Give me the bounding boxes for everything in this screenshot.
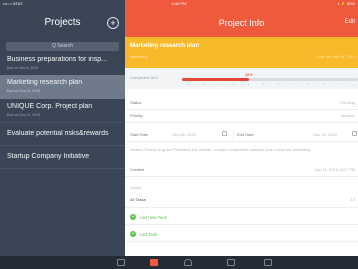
project-name: Business preparations for insp... (7, 56, 107, 63)
project-banner: Marketing research plan Marketing Due on… (125, 37, 358, 68)
project-name: UNIQUE Corp. Project plan (7, 103, 93, 110)
end-date-value[interactable]: Dec 10, 2015 (313, 132, 337, 137)
date-separator (233, 129, 234, 141)
completed-label: Completed 8/21 (130, 75, 159, 80)
project-name: Startup Company Initiative (7, 153, 90, 160)
people-icon[interactable] (184, 259, 192, 266)
project-info-panel: Project Info Edit Marketing research pla… (125, 0, 358, 256)
status-row[interactable]: Status Pending (125, 97, 358, 110)
project-item[interactable]: Evaluate potential risks&rewards (0, 123, 125, 145)
progress-tick (248, 84, 249, 85)
progress-bar[interactable] (182, 78, 358, 81)
add-project-button[interactable]: + (107, 17, 119, 29)
all-tasks-row[interactable]: All Tasks 13 (125, 194, 358, 208)
project-name: Marketing research plan (7, 79, 83, 86)
dates-row: Start Date Sep 08, 2015 End Date Dec 10,… (125, 129, 358, 142)
progress-tick (233, 84, 234, 85)
completion-row: Completed 8/21 38% (125, 68, 358, 89)
status-value: Pending (340, 100, 355, 105)
progress-percent: 38% (244, 72, 253, 77)
project-item[interactable]: Business preparations for insp... Due on… (0, 52, 125, 75)
progress-tick (353, 84, 354, 85)
add-task-row[interactable]: + Add Task (125, 228, 358, 242)
project-item-selected[interactable]: Marketing research plan Due on Dec 10, 2… (0, 75, 125, 99)
project-due-date: Due on Dec 10, 2015 (317, 54, 355, 59)
projects-sidebar: Projects + Q Search Business preparation… (0, 0, 125, 256)
progress-tick (278, 84, 279, 85)
project-due: Due on Dec 14, 2015 (7, 113, 41, 117)
sidebar-header: Projects + (0, 8, 125, 36)
projects-icon[interactable] (150, 259, 158, 266)
end-date-label: End Date (237, 132, 254, 137)
search-input[interactable]: Q Search (6, 42, 119, 51)
progress-tick (263, 84, 264, 85)
project-category: Marketing (130, 54, 148, 59)
priority-label: Priority (130, 113, 143, 118)
priority-value: Medium (340, 113, 355, 118)
project-name: Evaluate potential risks&rewards (7, 130, 109, 137)
created-row: Created Apr 11, 2015, 6:57 PM (125, 164, 358, 177)
progress-tick (308, 84, 309, 85)
progress-tick (323, 84, 324, 85)
progress-tick (293, 84, 294, 85)
divider (0, 168, 125, 169)
project-description[interactable]: Search: Ready to grow? Research the mark… (130, 147, 310, 152)
home-icon[interactable] (117, 259, 125, 266)
plus-circle-icon: + (110, 18, 116, 28)
status-label: Status (130, 100, 142, 105)
notes-icon[interactable] (264, 259, 272, 266)
project-item[interactable]: Startup Company Initiative (0, 146, 125, 168)
all-tasks-count: 13 (350, 197, 355, 202)
edit-button[interactable]: Edit (345, 19, 355, 25)
status-bar: •••○○ AT&T 2:40 PM 1 ⚡ 89% (0, 0, 358, 8)
add-task-button[interactable]: Add Task (139, 232, 157, 237)
progress-tick (203, 84, 204, 85)
activity-label: Activity (130, 186, 142, 190)
project-due: Due on Nov 6, 2015 (7, 66, 39, 70)
battery-indicator: 1 ⚡ 89% (337, 1, 355, 6)
all-tasks-label: All Tasks (130, 197, 146, 202)
tab-bar (0, 256, 358, 269)
calendar-icon[interactable] (352, 131, 357, 136)
progress-fill (182, 78, 249, 81)
progress-tick (188, 84, 189, 85)
created-label: Created (130, 167, 145, 172)
start-date-label: Start Date (130, 132, 149, 137)
project-due: Due on Dec 10, 2015 (7, 89, 41, 93)
priority-row[interactable]: Priority Medium (125, 110, 358, 123)
add-new-task-button[interactable]: Add new Task (139, 215, 167, 220)
progress-tick (218, 84, 219, 85)
clock: 2:40 PM (171, 1, 187, 6)
trash-icon[interactable] (227, 259, 235, 266)
calendar-icon[interactable] (222, 131, 227, 136)
project-item[interactable]: UNIQUE Corp. Project plan Due on Dec 14,… (0, 99, 125, 122)
add-circle-icon: + (130, 231, 136, 237)
add-circle-icon: + (130, 214, 136, 220)
created-value: Apr 11, 2015, 6:57 PM (315, 167, 355, 172)
add-new-task-row[interactable]: + Add new Task (125, 211, 358, 225)
progress-tick (338, 84, 339, 85)
start-date-value[interactable]: Sep 08, 2015 (172, 132, 196, 137)
project-name-heading: Marketing research plan (130, 43, 200, 49)
page-title: Project Info (218, 18, 265, 28)
